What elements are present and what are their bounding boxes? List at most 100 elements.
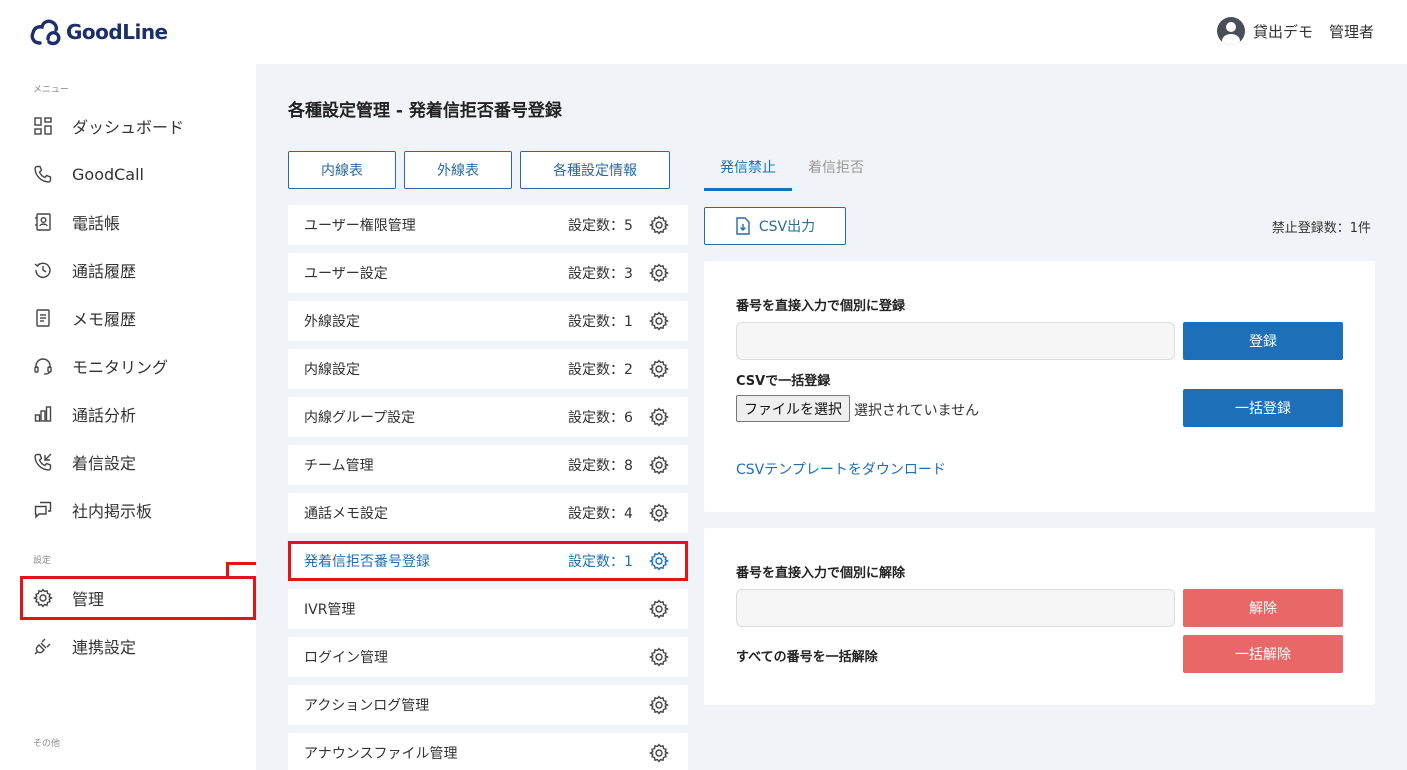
sidebar-item-integration[interactable]: 連携設定 [20, 624, 256, 668]
gear-icon[interactable] [649, 215, 669, 235]
settings-item-user-settings[interactable]: ユーザー設定 設定数：3 [288, 253, 688, 293]
sidebar-item-call-history[interactable]: 通話履歴 [20, 248, 256, 292]
tab-extension-table[interactable]: 内線表 [288, 151, 396, 189]
settings-count: 設定数：4 [568, 506, 633, 522]
bulk-register-button[interactable]: 一括登録 [1183, 389, 1343, 427]
settings-item-extension-line[interactable]: 内線設定 設定数：2 [288, 349, 688, 389]
settings-count: 設定数：1 [568, 554, 633, 570]
sidebar-item-label: 電話帳 [72, 214, 121, 233]
sidebar-item-label: 連携設定 [72, 638, 137, 657]
csv-export-button[interactable]: CSV出力 [704, 207, 846, 245]
release-number-input[interactable] [736, 589, 1175, 627]
register-button[interactable]: 登録 [1183, 322, 1343, 360]
sidebar-item-label: 社内掲示板 [72, 502, 153, 521]
release-button[interactable]: 解除 [1183, 589, 1343, 627]
settings-count: 設定数：2 [568, 362, 633, 378]
gear-icon[interactable] [649, 647, 669, 667]
settings-count: 設定数：6 [568, 410, 633, 426]
menu-section-label: メニュー [33, 85, 70, 95]
sidebar-item-label: 通話履歴 [72, 262, 137, 281]
sidebar-item-incoming-settings[interactable]: 着信設定 [20, 440, 256, 484]
phone-icon [32, 163, 54, 185]
sidebar-item-label: 着信設定 [72, 454, 137, 473]
user-menu[interactable]: 貸出デモ 管理者 [1216, 17, 1374, 45]
ban-count: 禁止登録数：1件 [1271, 221, 1371, 236]
gear-icon[interactable] [649, 599, 669, 619]
settings-item-label: 発着信拒否番号登録 [304, 554, 430, 570]
sidebar-item-label: 管理 [72, 590, 105, 609]
bulk-release-button[interactable]: 一括解除 [1183, 635, 1343, 673]
csv-export-label: CSV出力 [758, 219, 816, 235]
tab-outgoing-block[interactable]: 発信禁止 [720, 157, 776, 177]
sidebar-item-goodcall[interactable]: GoodCall [20, 152, 256, 196]
logo-text: GoodLine [66, 20, 168, 44]
settings-item-label: ユーザー権限管理 [304, 218, 416, 234]
settings-item-extension-group[interactable]: 内線グループ設定 設定数：6 [288, 397, 688, 437]
settings-item-label: 外線設定 [304, 314, 360, 330]
gear-icon[interactable] [649, 743, 669, 763]
settings-item-call-block[interactable]: 発着信拒否番号登録 設定数：1 [288, 541, 688, 581]
gear-icon[interactable] [649, 263, 669, 283]
settings-item-user-permissions[interactable]: ユーザー権限管理 設定数：5 [288, 205, 688, 245]
settings-item-label: 通話メモ設定 [304, 506, 388, 522]
settings-item-team[interactable]: チーム管理 設定数：8 [288, 445, 688, 485]
settings-section-label: 設定 [33, 556, 52, 566]
settings-item-login[interactable]: ログイン管理 [288, 637, 688, 677]
gear-icon[interactable] [649, 551, 669, 571]
settings-item-ivr[interactable]: IVR管理 [288, 589, 688, 629]
sidebar-item-call-analysis[interactable]: 通話分析 [20, 392, 256, 436]
gear-icon[interactable] [649, 695, 669, 715]
sidebar-item-label: ダッシュボード [72, 118, 185, 137]
gear-icon[interactable] [649, 359, 669, 379]
release-all-label: すべての番号を一括解除 [736, 650, 878, 665]
gear-icon[interactable] [649, 455, 669, 475]
settings-item-external-line[interactable]: 外線設定 設定数：1 [288, 301, 688, 341]
sidebar-item-bulletin[interactable]: 社内掲示板 [20, 488, 256, 532]
settings-count: 設定数：3 [568, 266, 633, 282]
settings-item-call-memo[interactable]: 通話メモ設定 設定数：4 [288, 493, 688, 533]
settings-item-label: チーム管理 [304, 458, 374, 474]
settings-item-action-log[interactable]: アクションログ管理 [288, 685, 688, 725]
tab-external-table[interactable]: 外線表 [404, 151, 512, 189]
settings-item-label: アクションログ管理 [304, 698, 430, 714]
avatar [1216, 17, 1245, 45]
gear-icon[interactable] [649, 407, 669, 427]
user-role: 管理者 [1328, 22, 1374, 41]
tab-incoming-reject[interactable]: 着信拒否 [808, 157, 864, 177]
logo[interactable]: GoodLine [30, 14, 168, 50]
register-number-input[interactable] [736, 322, 1175, 360]
settings-count: 設定数：8 [568, 458, 633, 474]
sidebar-item-label: 通話分析 [72, 406, 137, 425]
incoming-call-icon [32, 451, 54, 473]
active-tab-indicator [704, 188, 792, 191]
register-card: 番号を直接入力で個別に登録 登録 CSVで一括登録 ファイルを選択 選択されてい… [704, 261, 1375, 512]
settings-item-label: 内線グループ設定 [304, 410, 416, 426]
sidebar-item-memo-history[interactable]: メモ履歴 [20, 296, 256, 340]
settings-item-announce-file[interactable]: アナウンスファイル管理 [288, 733, 688, 770]
sidebar-item-label: モニタリング [72, 358, 169, 377]
sidebar-item-label: メモ履歴 [72, 310, 137, 329]
settings-item-label: 内線設定 [304, 362, 360, 378]
sidebar-item-dashboard[interactable]: ダッシュボード [20, 104, 256, 148]
settings-item-label: アナウンスファイル管理 [304, 746, 458, 762]
sidebar: メニュー ダッシュボード GoodCall 電話帳 通話履歴 メモ履歴 モニタリ [0, 64, 256, 770]
user-name: 貸出デモ [1252, 22, 1313, 41]
sidebar-item-phonebook[interactable]: 電話帳 [20, 200, 256, 244]
settings-count: 設定数：5 [568, 218, 633, 234]
sidebar-item-management[interactable]: 管理 [20, 576, 256, 620]
tab-settings-info[interactable]: 各種設定情報 [520, 151, 670, 189]
release-card: 番号を直接入力で個別に解除 解除 すべての番号を一括解除 一括解除 [704, 528, 1375, 705]
dashboard-icon [32, 115, 54, 137]
csv-register-label: CSVで一括登録 [736, 374, 831, 389]
phonebook-icon [32, 211, 54, 233]
headset-icon [32, 355, 54, 377]
memo-icon [32, 307, 54, 329]
file-select-button[interactable]: ファイルを選択 [736, 395, 850, 422]
bar-chart-icon [32, 403, 54, 425]
other-section-label: その他 [33, 739, 61, 749]
gear-icon[interactable] [649, 311, 669, 331]
settings-item-label: IVR管理 [304, 602, 356, 618]
gear-icon[interactable] [649, 503, 669, 523]
csv-template-download-link[interactable]: CSVテンプレートをダウンロード [736, 459, 946, 479]
sidebar-item-monitoring[interactable]: モニタリング [20, 344, 256, 388]
